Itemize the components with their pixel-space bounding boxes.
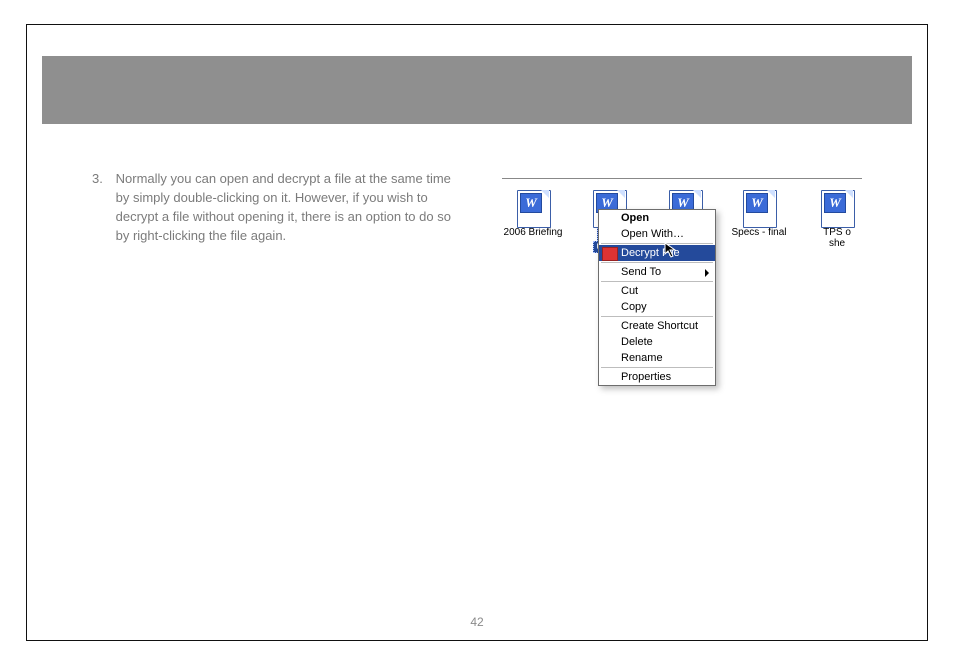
menu-rename[interactable]: Rename	[599, 350, 715, 366]
menu-cut[interactable]: Cut	[599, 283, 715, 299]
desktop-area: W 2006 Briefing W Mar updat W	[502, 179, 862, 439]
menu-decrypt-file[interactable]: Decrypt File	[599, 245, 715, 261]
context-menu: Open Open With… Decrypt File Send To Cut…	[598, 209, 716, 386]
menu-separator	[601, 262, 713, 263]
file-tps[interactable]: W TPS o she	[802, 189, 872, 249]
document-page: 3. Normally you can open and decrypt a f…	[0, 0, 954, 665]
file-2006-briefing[interactable]: W 2006 Briefing	[498, 189, 568, 239]
menu-send-to[interactable]: Send To	[599, 264, 715, 280]
cursor-icon	[664, 242, 680, 258]
file-label: Specs - final	[724, 228, 794, 239]
menu-create-shortcut[interactable]: Create Shortcut	[599, 318, 715, 334]
step-paragraph: Normally you can open and decrypt a file…	[116, 170, 466, 245]
menu-separator	[601, 243, 713, 244]
menu-copy[interactable]: Copy	[599, 299, 715, 315]
file-specs-final[interactable]: W Specs - final	[724, 189, 794, 239]
menu-open-with[interactable]: Open With…	[599, 226, 715, 242]
word-doc-icon: W	[742, 189, 776, 227]
decrypt-icon	[602, 247, 618, 261]
step-number: 3.	[92, 170, 112, 189]
file-label: 2006 Briefing	[498, 228, 568, 239]
menu-delete[interactable]: Delete	[599, 334, 715, 350]
content-area: 3. Normally you can open and decrypt a f…	[92, 170, 862, 605]
menu-open[interactable]: Open	[599, 210, 715, 226]
menu-properties[interactable]: Properties	[599, 369, 715, 385]
instruction-text: 3. Normally you can open and decrypt a f…	[92, 170, 472, 245]
screenshot: W 2006 Briefing W Mar updat W	[502, 170, 862, 439]
file-label: TPS o she	[802, 228, 872, 249]
menu-separator	[601, 367, 713, 368]
word-doc-icon: W	[820, 189, 854, 227]
page-number: 42	[0, 615, 954, 629]
menu-separator	[601, 281, 713, 282]
menu-separator	[601, 316, 713, 317]
header-bar	[42, 56, 912, 124]
word-doc-icon: W	[516, 189, 550, 227]
